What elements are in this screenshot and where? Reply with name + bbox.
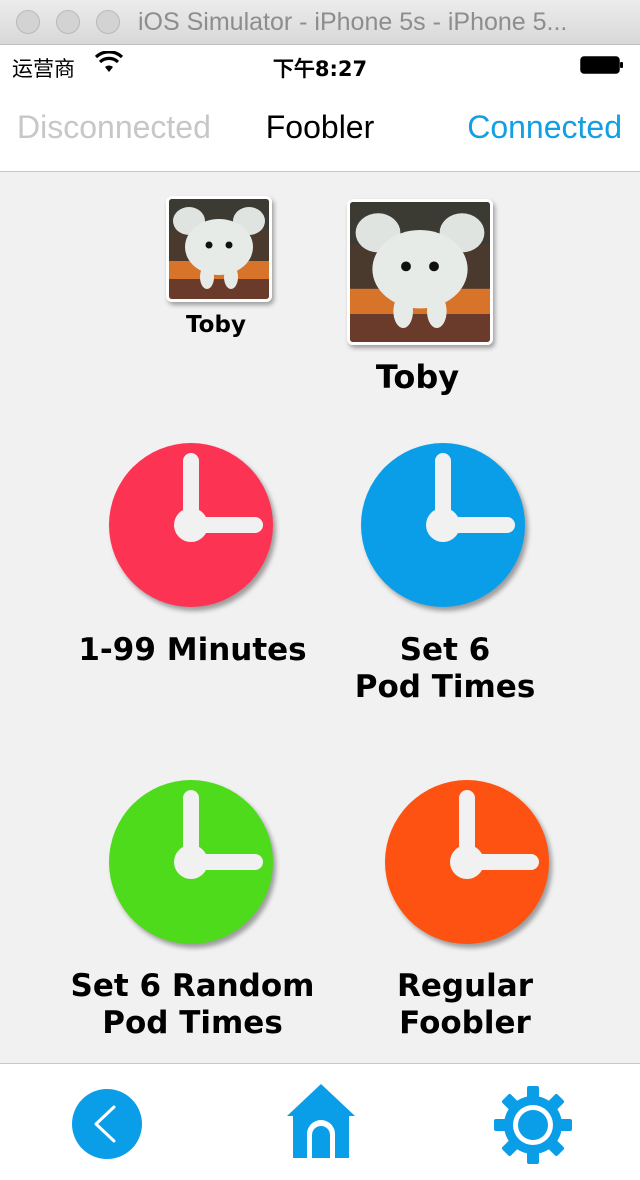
battery-icon	[580, 56, 623, 74]
back-icon[interactable]	[72, 1089, 142, 1159]
bottom-tab-bar	[0, 1063, 640, 1180]
navigation-bar: Disconnected Foobler Connected	[0, 85, 640, 172]
window-titlebar: iOS Simulator - iPhone 5s - iPhone 5...	[0, 0, 640, 45]
pet-photo-toby-small[interactable]	[166, 196, 272, 302]
clock-icon	[426, 453, 515, 542]
zoom-window-button[interactable]	[96, 10, 120, 34]
status-bar: 运营商 下午8:27	[0, 45, 640, 85]
clock-icon	[174, 453, 263, 542]
option-label-1-99-minutes: 1-99 Minutes	[78, 632, 307, 668]
option-1-99-minutes-button[interactable]	[109, 443, 273, 607]
connected-button[interactable]: Connected	[467, 109, 622, 146]
option-set-6-random-pod-times-button[interactable]	[109, 780, 273, 944]
plush-toy-image	[350, 202, 490, 342]
window-title: iOS Simulator - iPhone 5s - iPhone 5...	[138, 8, 568, 36]
simulator-window: iOS Simulator - iPhone 5s - iPhone 5... …	[0, 0, 640, 1180]
home-icon[interactable]	[285, 1082, 357, 1160]
option-regular-foobler-button[interactable]	[385, 780, 549, 944]
pet-name-small: Toby	[186, 312, 246, 338]
close-window-button[interactable]	[16, 10, 40, 34]
option-label-set-6-random-pod-times: Set 6 Random Pod Times	[70, 968, 315, 1041]
clock-icon	[174, 790, 263, 879]
option-label-set-6-pod-times: Set 6 Pod Times	[354, 632, 536, 705]
plush-toy-image	[169, 199, 269, 299]
status-time: 下午8:27	[272, 57, 368, 81]
option-set-6-pod-times-button[interactable]	[361, 443, 525, 607]
pet-name-large: Toby	[375, 358, 460, 396]
minimize-window-button[interactable]	[56, 10, 80, 34]
settings-gear-icon[interactable]	[492, 1084, 574, 1166]
option-label-regular-foobler: Regular Foobler	[397, 968, 533, 1041]
clock-icon	[450, 790, 539, 879]
pet-photo-toby-large[interactable]	[347, 199, 493, 345]
